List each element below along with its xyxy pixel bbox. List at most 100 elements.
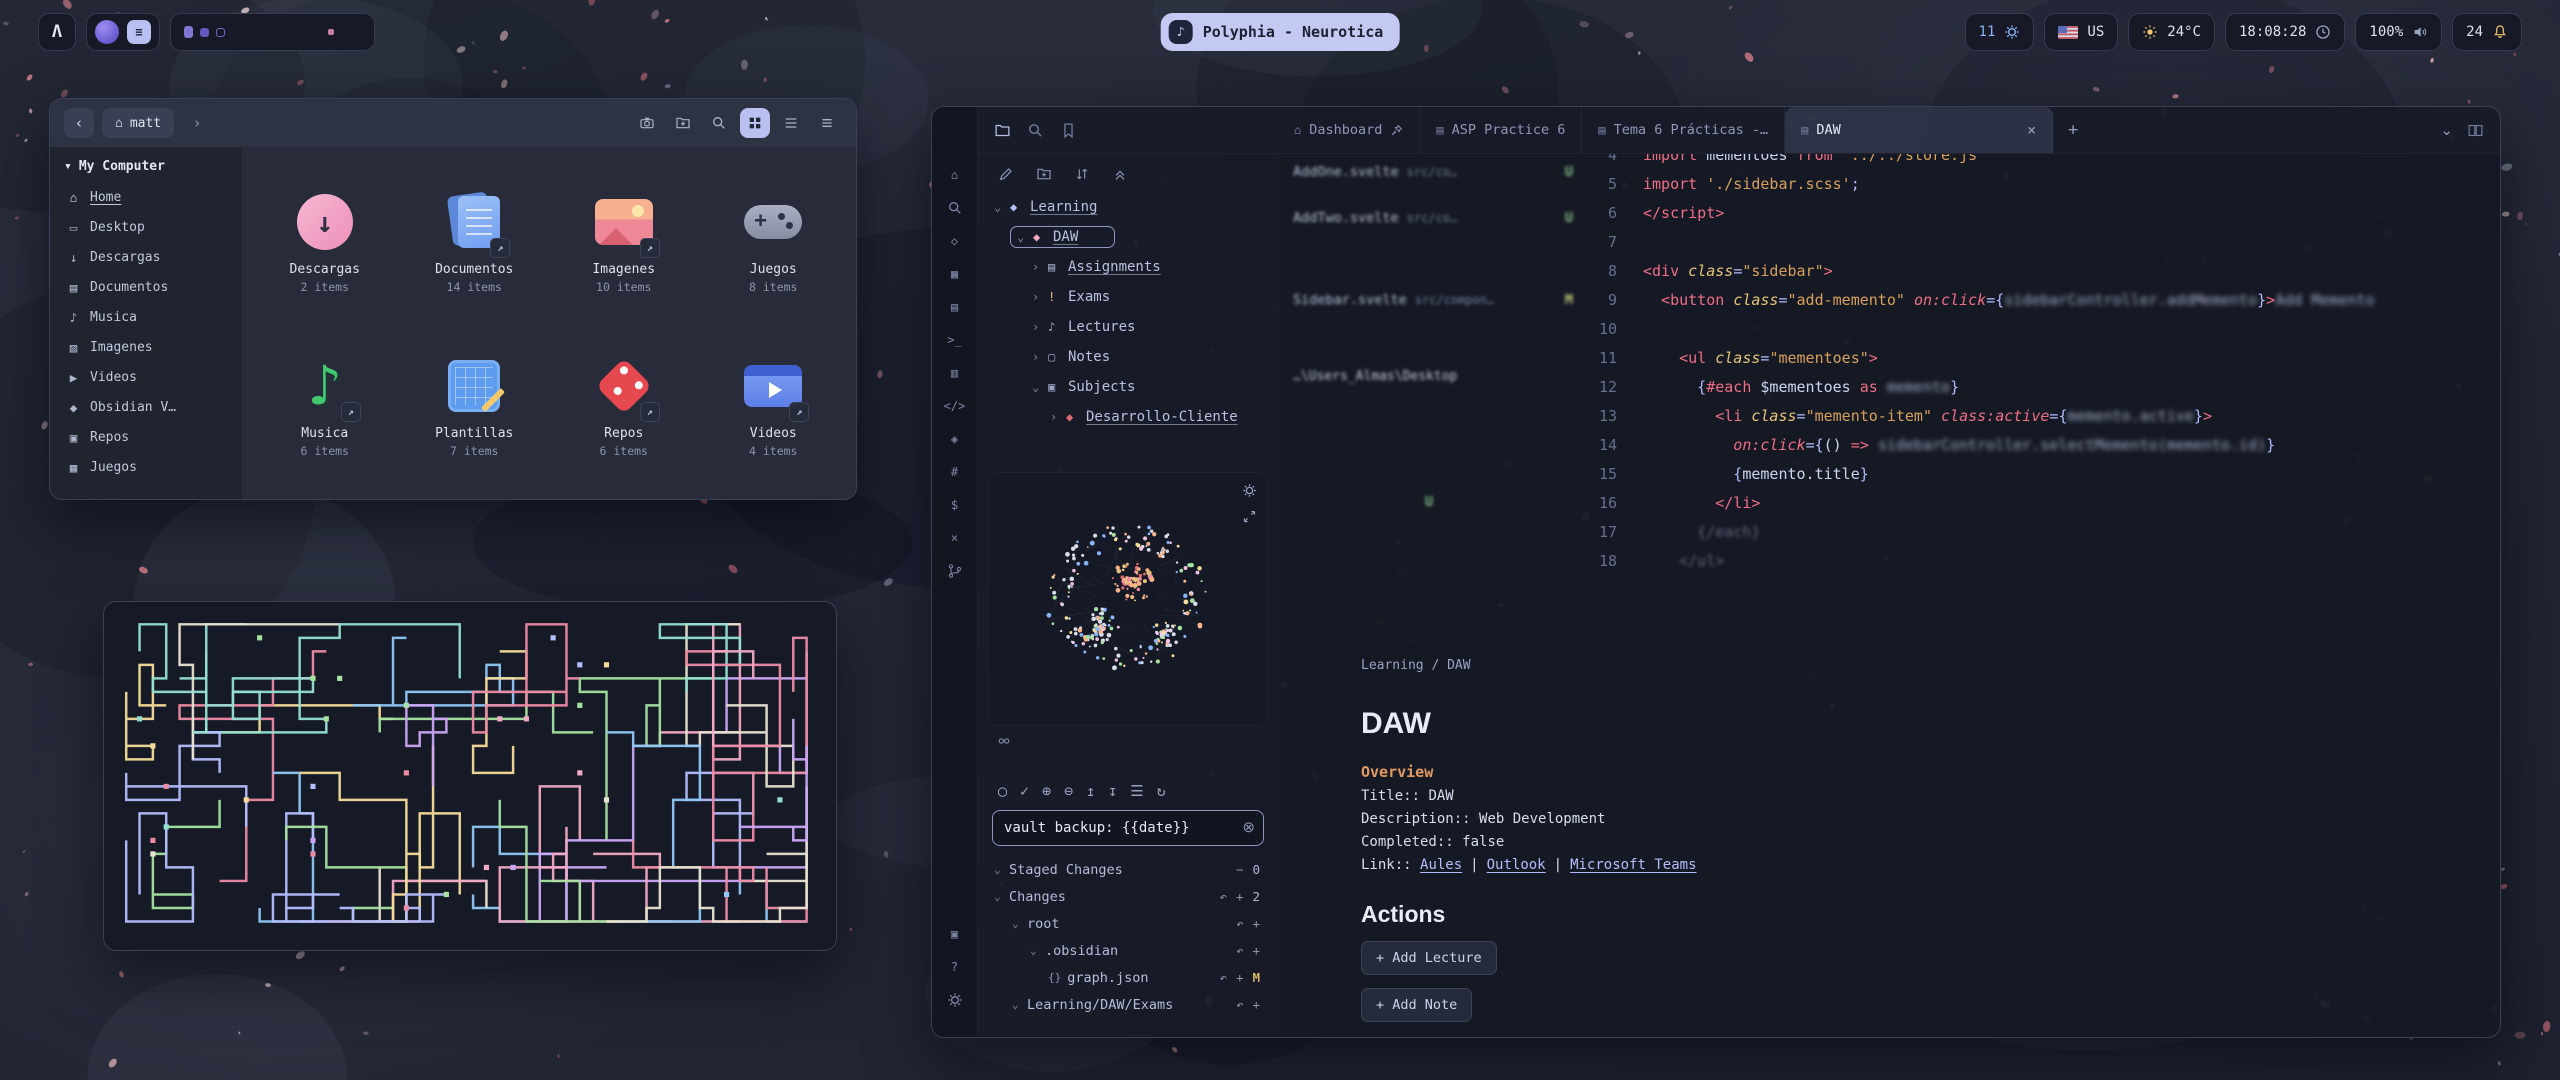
new-note-icon[interactable] (998, 166, 1014, 182)
git-row-root[interactable]: ⌄root↶+ (986, 910, 1270, 937)
sidebar-item-videos[interactable]: ▶Videos (50, 362, 242, 392)
workspace-dot[interactable] (200, 28, 209, 37)
calendar-icon[interactable]: ▤ (945, 297, 965, 317)
vault-switcher-icon[interactable]: ▣ (945, 924, 965, 944)
currency-icon[interactable]: $ (945, 495, 965, 515)
workspaces-pill[interactable] (170, 13, 375, 51)
link-outlook[interactable]: Outlook (1487, 857, 1546, 873)
collapse-all-icon[interactable] (1112, 166, 1128, 182)
folder-descargas[interactable]: ↓ Descargas 2 items (252, 161, 398, 321)
list-view-button[interactable] (776, 108, 806, 138)
git-stage-all-icon[interactable]: ⊕ (1042, 782, 1051, 800)
book-icon[interactable]: ▥ (945, 363, 965, 383)
screenshot-button[interactable] (632, 108, 662, 138)
new-tab-button[interactable]: + (2053, 107, 2093, 153)
grid-view-button[interactable] (740, 108, 770, 138)
sidebar-item-repos[interactable]: ▣Repos (50, 422, 242, 452)
git-commit-icon[interactable]: ✓ (1020, 782, 1029, 800)
graph-settings-gear-icon[interactable] (1242, 483, 1257, 498)
folder-plantillas[interactable]: Plantillas 7 items (402, 325, 548, 485)
theme-button[interactable] (95, 20, 119, 44)
folder-documentos[interactable]: ↗ Documentos 14 items (402, 161, 548, 321)
git-uncommitted-icon[interactable]: ◯ (998, 782, 1007, 800)
sidebar-item-desktop[interactable]: ▭Desktop (50, 212, 242, 242)
git-row-graph-json[interactable]: {}graph.json↶+M (986, 964, 1270, 991)
folder-repos[interactable]: ↗ Repos 6 items (551, 325, 697, 485)
close-icon[interactable]: × (945, 528, 965, 548)
tab-asp-practice-6[interactable]: ▤ ASP Practice 6 (1420, 107, 1582, 153)
tree-item-assignments[interactable]: ›▤Assignments (986, 252, 1270, 282)
discard-icon[interactable]: ↶ (1219, 889, 1227, 904)
new-folder-icon[interactable] (1036, 166, 1052, 182)
search-panel-icon[interactable] (1027, 122, 1044, 139)
tree-item-notes[interactable]: ›▢Notes (986, 342, 1270, 372)
tab-dashboard[interactable]: ⌂ Dashboard (1278, 107, 1420, 153)
grid-icon[interactable]: ▦ (945, 264, 965, 284)
back-button[interactable]: ‹ (64, 108, 94, 138)
git-row-learning-daw-exams[interactable]: ⌄Learning/DAW/Exams↶+ (986, 991, 1270, 1018)
tag-icon[interactable]: # (945, 462, 965, 482)
note-breadcrumb[interactable]: Learning / DAW (1361, 658, 2460, 673)
forward-button[interactable]: › (182, 108, 212, 138)
git-branch-icon[interactable] (945, 561, 965, 581)
stage-icon[interactable]: + (1252, 997, 1260, 1012)
code-icon[interactable]: </> (945, 396, 965, 416)
editor-pane[interactable]: AddOne.sveltesrc/co…U AddTwo.sveltesrc/c… (1278, 154, 2500, 1037)
tab-list-chevron-icon[interactable]: ⌄ (2440, 121, 2453, 139)
breadcrumb[interactable]: ⌂ matt (102, 108, 174, 138)
commit-message-input[interactable] (992, 810, 1264, 846)
launcher-button[interactable]: Λ (38, 13, 76, 51)
weather-widget[interactable]: 24°C (2128, 13, 2215, 51)
git-row-obsidian-dir[interactable]: ⌄.obsidian↶+ (986, 937, 1270, 964)
gem-icon[interactable]: ◈ (945, 429, 965, 449)
tree-item-subjects[interactable]: ⌄▣Subjects (986, 372, 1270, 402)
clear-input-icon[interactable]: ⊗ (1242, 818, 1255, 836)
home-icon[interactable]: ⌂ (945, 165, 965, 185)
graph-expand-icon[interactable] (1242, 509, 1257, 524)
graph-view-panel[interactable] (988, 472, 1268, 726)
discard-icon[interactable]: ↶ (1236, 943, 1244, 958)
sidebar-item-obsidian-vault[interactable]: ◆Obsidian V… (50, 392, 242, 422)
canvas-icon[interactable]: ◇ (945, 231, 965, 251)
discard-icon[interactable]: ↶ (1236, 916, 1244, 931)
keyboard-layout-widget[interactable]: US (2044, 13, 2118, 51)
sidebar-item-juegos[interactable]: ▦Juegos (50, 452, 242, 482)
search-button[interactable] (704, 108, 734, 138)
notes-button[interactable]: ≡ (127, 20, 151, 44)
add-note-button[interactable]: + Add Note (1361, 988, 1472, 1022)
folder-juegos[interactable]: Juegos 8 items (701, 161, 847, 321)
link-aules[interactable]: Aules (1420, 857, 1462, 873)
tab-daw[interactable]: ▤ DAW × (1785, 107, 2053, 153)
workspace-dot[interactable] (184, 26, 193, 38)
workspace-dot[interactable] (216, 28, 225, 37)
sidebar-header[interactable]: ▾My Computer (50, 155, 242, 182)
sidebar-item-musica[interactable]: ♪Musica (50, 302, 242, 332)
split-layout-icon[interactable] (2467, 122, 2484, 139)
git-row-staged-changes[interactable]: ⌄Staged Changes−0 (986, 856, 1270, 883)
tree-item-daw[interactable]: ⌄◆DAW (986, 222, 1270, 252)
sidebar-item-descargas[interactable]: ↓Descargas (50, 242, 242, 272)
notifications-widget[interactable]: 24 (2452, 13, 2522, 51)
stage-icon[interactable]: + (1252, 916, 1260, 931)
files-panel-icon[interactable] (994, 122, 1011, 139)
volume-widget[interactable]: 100% (2355, 13, 2442, 51)
tab-tema-6-practicas[interactable]: ▤ Tema 6 Prácticas -… (1582, 107, 1785, 153)
stage-icon[interactable]: + (1236, 889, 1244, 904)
tree-item-learning[interactable]: ⌄◆Learning (986, 192, 1270, 222)
file-manager-titlebar[interactable]: ‹ ⌂ matt › (50, 99, 856, 147)
settings-gear-icon[interactable] (945, 990, 965, 1010)
discard-icon[interactable]: ↶ (1219, 970, 1227, 985)
folder-musica[interactable]: ♪↗ Musica 6 items (252, 325, 398, 485)
tree-item-exams[interactable]: ›!Exams (986, 282, 1270, 312)
git-push-icon[interactable]: ↥ (1086, 782, 1095, 800)
help-icon[interactable]: ? (945, 957, 965, 977)
stage-icon[interactable]: + (1252, 943, 1260, 958)
clock-widget[interactable]: 18:08:28 (2225, 13, 2345, 51)
unstage-icon[interactable]: − (1236, 862, 1244, 877)
close-tab-icon[interactable]: × (2027, 121, 2036, 139)
sort-icon[interactable] (1074, 166, 1090, 182)
stage-icon[interactable]: + (1236, 970, 1244, 985)
git-pull-icon[interactable]: ↧ (1108, 782, 1117, 800)
workspace-dot[interactable] (328, 29, 334, 35)
linked-pane-header[interactable] (986, 726, 1270, 756)
